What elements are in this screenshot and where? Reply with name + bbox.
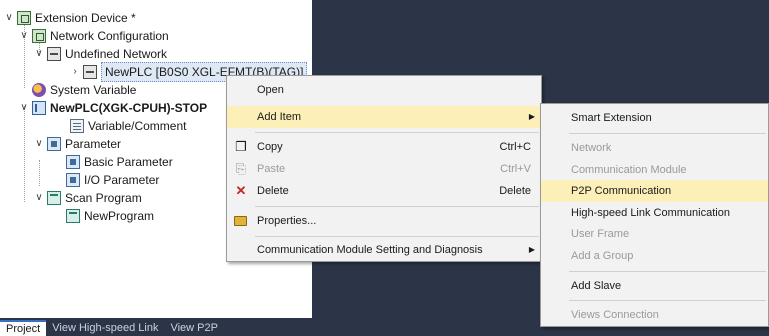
context-menu: Open Add Item ▶ ❐ Copy Ctrl+C ⎘ Paste Ct… <box>226 75 542 262</box>
menu-item-open[interactable]: Open <box>227 79 541 101</box>
menu-separator <box>569 300 766 301</box>
menu-item-shortcut: Ctrl+C <box>499 141 531 153</box>
program-icon <box>66 209 80 223</box>
device-icon <box>17 11 31 25</box>
tab-view-high-speed-link[interactable]: View High-speed Link <box>46 320 164 336</box>
menu-separator <box>255 206 539 207</box>
bottom-tab-bar: Project View High-speed Link View P2P <box>0 318 312 336</box>
chevron-down-icon[interactable]: ∨ <box>4 9 14 27</box>
submenu-item-user-frame[interactable]: User Frame <box>541 223 768 245</box>
tree-item-label: Scan Program <box>65 191 142 205</box>
menu-item-label: Add Item <box>257 111 302 123</box>
chevron-down-icon[interactable]: ∨ <box>19 99 29 117</box>
menu-item-label: Add a Group <box>571 250 634 262</box>
submenu-item-p2p-communication[interactable]: P2P Communication <box>541 180 768 202</box>
tree-line <box>24 106 25 202</box>
copy-icon: ❐ <box>235 139 247 154</box>
network-configuration-icon <box>32 29 46 43</box>
tab-project[interactable]: Project <box>0 320 47 336</box>
variable-comment-icon <box>70 119 84 133</box>
menu-separator <box>569 271 766 272</box>
tree-item-parameter[interactable]: ∨ Parameter <box>34 135 121 153</box>
tree-item-undefined-network[interactable]: ∨ Undefined Network <box>34 45 167 63</box>
tree-item-scan-program[interactable]: ∨ Scan Program <box>34 189 142 207</box>
chevron-down-icon[interactable]: ∨ <box>34 135 44 153</box>
submenu-item-add-group[interactable]: Add a Group <box>541 245 768 267</box>
menu-item-label: Paste <box>257 163 286 175</box>
tree-item-label: System Variable <box>50 83 137 97</box>
chevron-down-icon[interactable]: ∨ <box>34 189 44 207</box>
chevron-down-icon[interactable]: ∨ <box>34 45 44 63</box>
menu-item-delete[interactable]: ✕ Delete Delete <box>227 180 541 202</box>
menu-item-label: Views Connection <box>571 309 659 321</box>
menu-item-label: User Frame <box>571 228 630 240</box>
tree-item-label: I/O Parameter <box>84 173 160 187</box>
tree-item-newplc-project[interactable]: ∨ NewPLC(XGK-CPUH)-STOP <box>19 99 207 117</box>
menu-item-add-item[interactable]: Add Item ▶ <box>227 106 541 128</box>
tree-item-label: Variable/Comment <box>88 119 187 133</box>
menu-item-properties[interactable]: Properties... <box>227 210 541 232</box>
submenu-item-communication-module[interactable]: Communication Module <box>541 159 768 181</box>
menu-item-label: Network <box>571 142 612 154</box>
menu-item-label: Copy <box>257 141 283 153</box>
chevron-right-icon: ▶ <box>528 112 535 121</box>
tree-item-extension-device[interactable]: ∨ Extension Device * <box>4 9 136 27</box>
menu-item-copy[interactable]: ❐ Copy Ctrl+C <box>227 136 541 158</box>
delete-icon: ✕ <box>235 183 247 198</box>
menu-separator <box>569 133 766 134</box>
tree-item-network-configuration[interactable]: ∨ Network Configuration <box>19 27 169 45</box>
io-parameter-icon <box>66 173 80 187</box>
tree-item-label: Parameter <box>65 137 122 151</box>
submenu-item-add-slave[interactable]: Add Slave <box>541 275 768 297</box>
menu-item-label: High-speed Link Communication <box>571 207 730 219</box>
tab-view-p2p[interactable]: View P2P <box>164 320 224 336</box>
menu-item-label: Delete <box>257 185 289 197</box>
tree-item-label: Extension Device * <box>35 11 136 25</box>
tree-item-label: Basic Parameter <box>84 155 173 169</box>
menu-item-label: P2P Communication <box>571 185 672 197</box>
plc-icon <box>32 101 46 115</box>
menu-separator <box>255 132 539 133</box>
chevron-right-icon: ▶ <box>528 245 535 254</box>
menu-item-label: Communication Module Setting and Diagnos… <box>257 244 483 256</box>
tree-item-new-program[interactable]: NewProgram <box>66 207 154 225</box>
menu-item-label: Smart Extension <box>571 112 652 124</box>
submenu-item-smart-extension[interactable]: Smart Extension <box>541 107 768 129</box>
tree-item-io-parameter[interactable]: I/O Parameter <box>66 171 159 189</box>
scan-program-icon <box>47 191 61 205</box>
menu-item-paste[interactable]: ⎘ Paste Ctrl+V <box>227 158 541 180</box>
menu-item-shortcut: Ctrl+V <box>500 163 531 175</box>
parameter-icon <box>47 137 61 151</box>
tree-item-system-variable[interactable]: System Variable <box>32 81 136 99</box>
tree-item-basic-parameter[interactable]: Basic Parameter <box>66 153 173 171</box>
menu-item-comm-module-setting[interactable]: Communication Module Setting and Diagnos… <box>227 239 541 261</box>
paste-icon: ⎘ <box>235 161 247 176</box>
menu-item-label: Properties... <box>257 215 317 227</box>
tree-item-label: Undefined Network <box>65 47 168 61</box>
menu-item-label: Open <box>257 84 284 96</box>
tree-item-label: NewPLC(XGK-CPUH)-STOP <box>50 101 208 115</box>
add-item-submenu: Smart Extension Network Communication Mo… <box>540 103 769 327</box>
menu-item-label: Add Slave <box>571 280 622 292</box>
tree-line <box>39 160 40 186</box>
submenu-item-high-speed-link[interactable]: High-speed Link Communication <box>541 202 768 224</box>
network-icon <box>47 47 61 61</box>
properties-icon <box>234 216 247 226</box>
tree-item-label: Network Configuration <box>50 29 169 43</box>
network-node-icon <box>83 65 97 79</box>
tree-item-label: NewProgram <box>84 209 155 223</box>
submenu-item-network[interactable]: Network <box>541 137 768 159</box>
submenu-item-views-connection[interactable]: Views Connection <box>541 304 768 326</box>
menu-item-shortcut: Delete <box>499 185 531 197</box>
chevron-down-icon[interactable]: ∨ <box>19 27 29 45</box>
basic-parameter-icon <box>66 155 80 169</box>
menu-item-label: Communication Module <box>571 164 687 176</box>
menu-separator <box>255 236 539 237</box>
system-variable-icon <box>32 83 46 97</box>
chevron-right-icon[interactable]: › <box>70 63 80 81</box>
tree-item-variable-comment[interactable]: Variable/Comment <box>70 117 186 135</box>
